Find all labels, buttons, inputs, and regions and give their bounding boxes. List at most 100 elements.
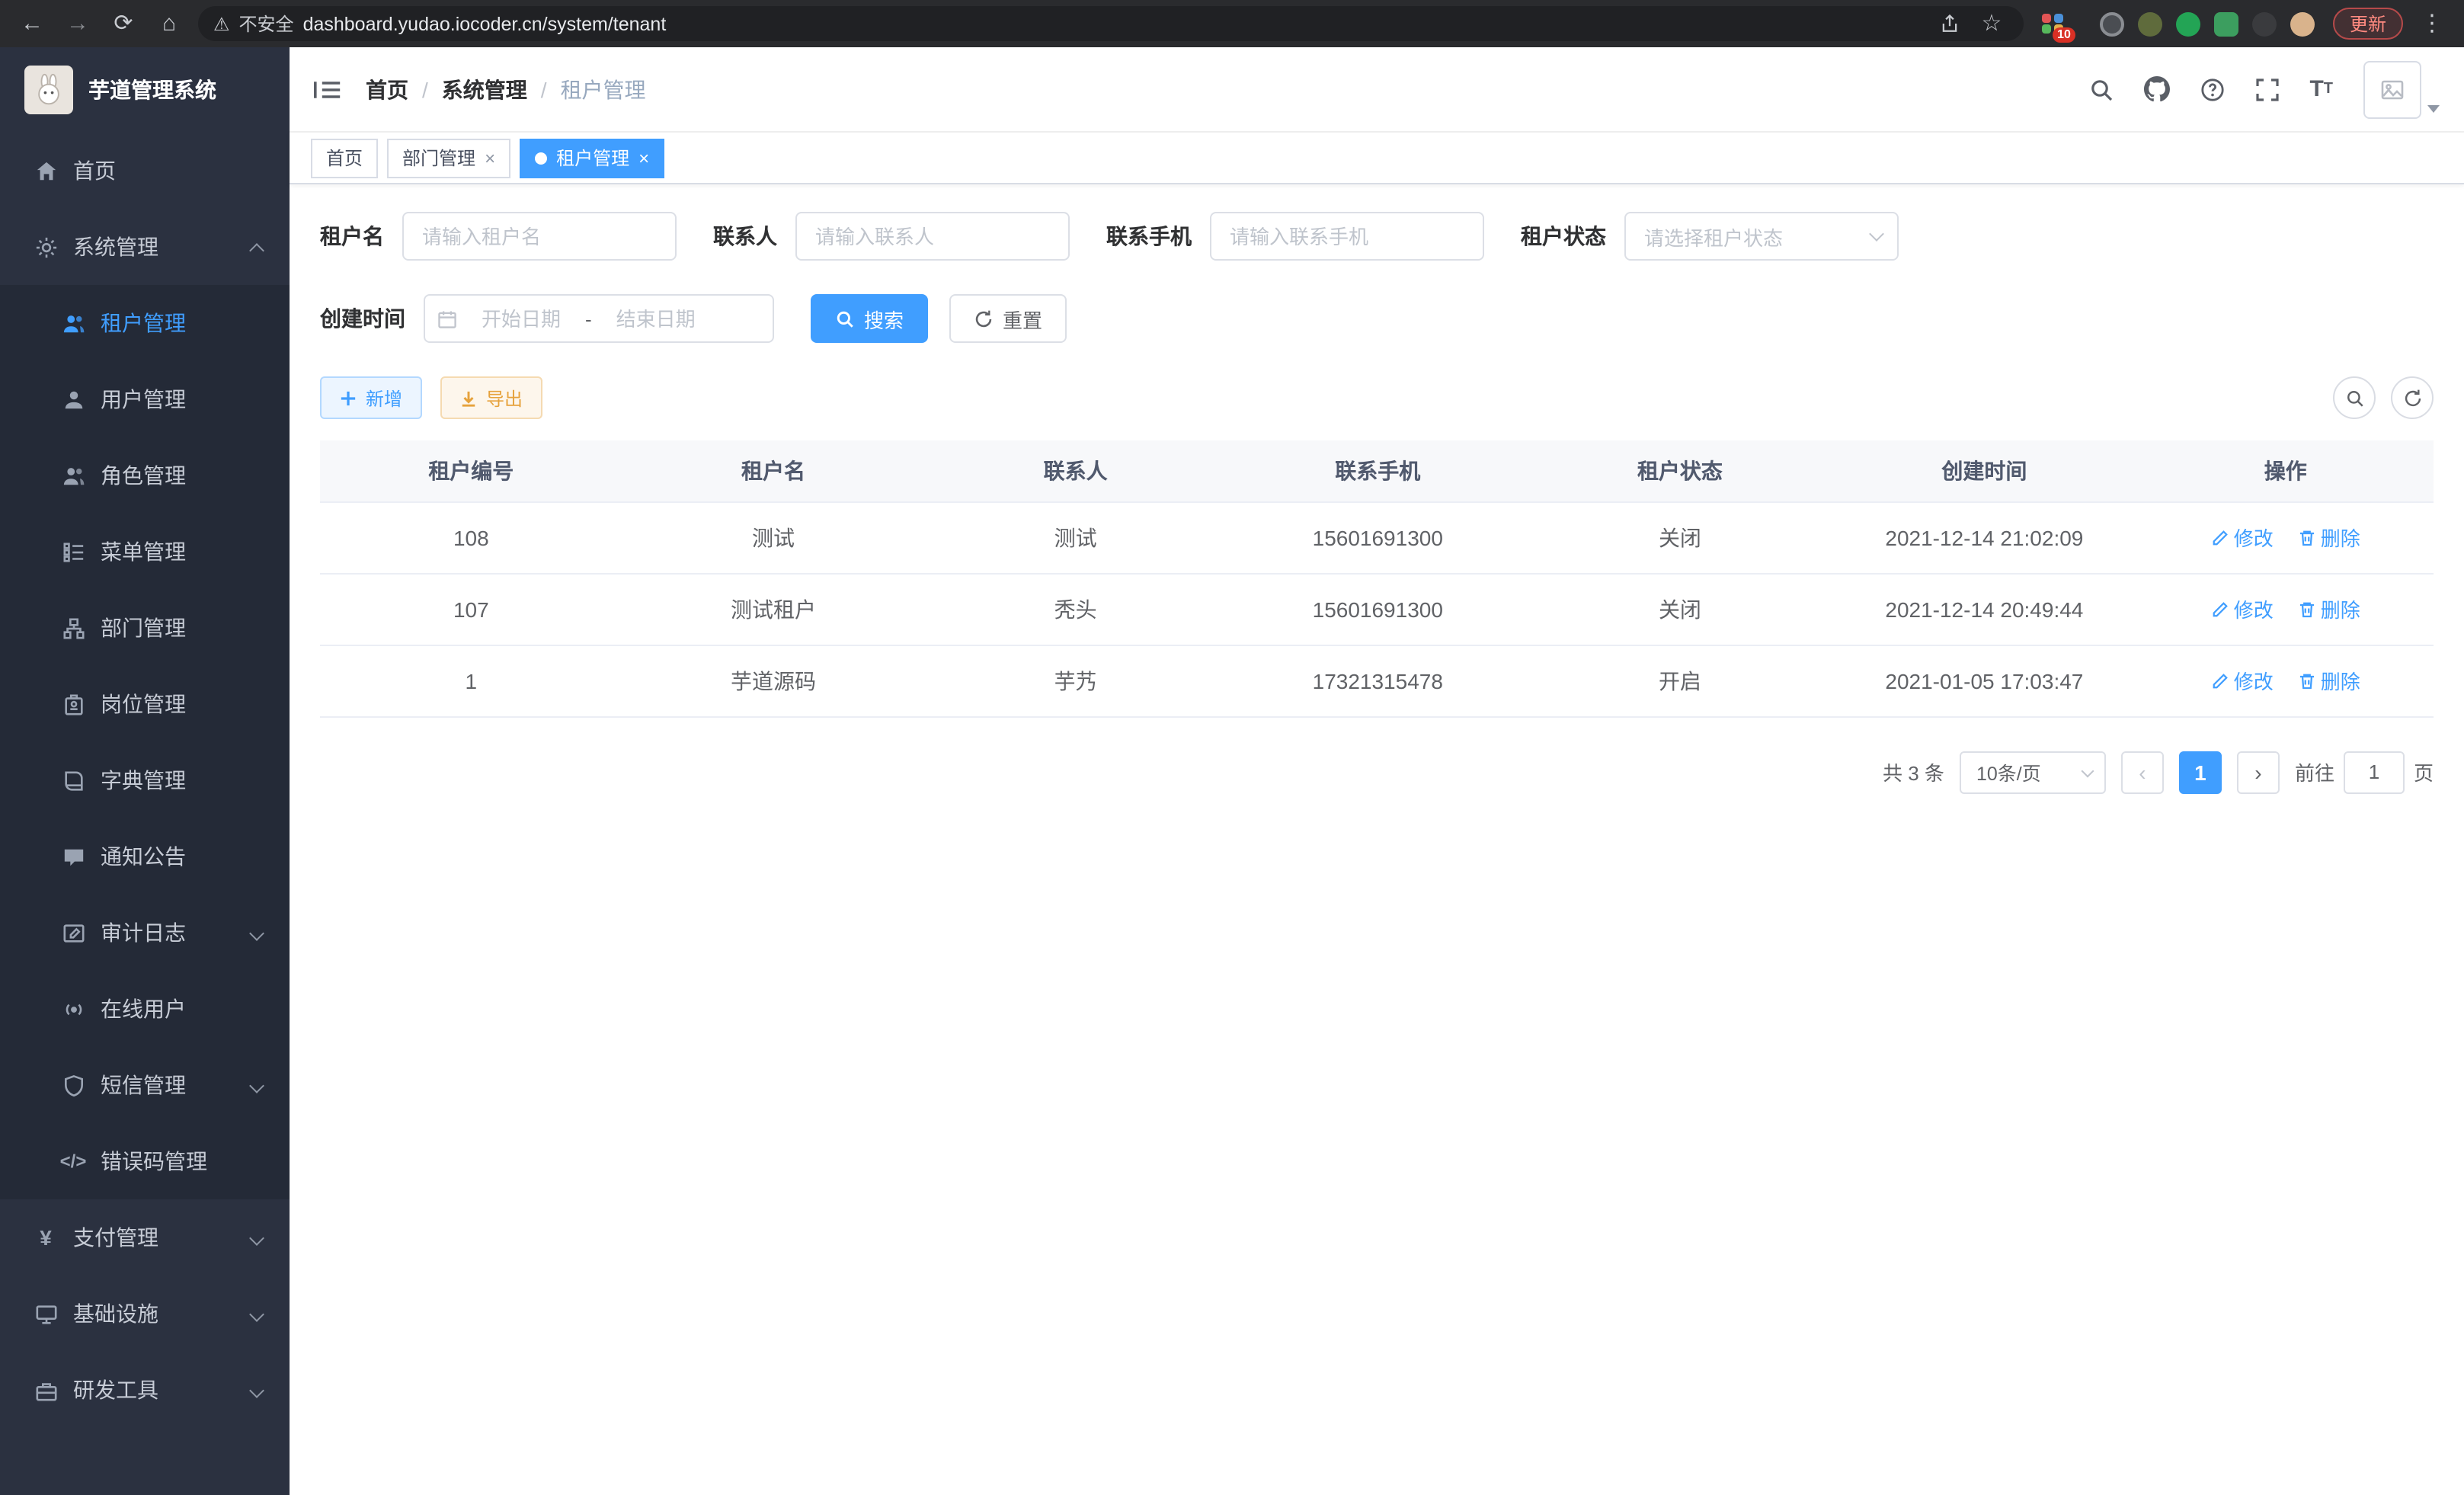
browser-menu-icon[interactable]: ⋮ [2415, 12, 2449, 35]
extension-diamond-icon[interactable] [2080, 10, 2086, 37]
home-icon[interactable]: ⌂ [152, 12, 186, 35]
menu-label: 租户管理 [101, 308, 186, 338]
delete-link[interactable]: 删除 [2298, 666, 2360, 695]
next-page-button[interactable]: › [2237, 751, 2280, 793]
help-icon[interactable] [2200, 77, 2224, 101]
app-logo[interactable]: 芋道管理系统 [0, 47, 290, 133]
sidebar-item-tenant[interactable]: 租户管理 [0, 285, 290, 361]
logo-image [24, 66, 73, 114]
menu-label: 通知公告 [101, 841, 186, 872]
breadcrumb-system[interactable]: 系统管理 [442, 74, 527, 104]
edit-link[interactable]: 修改 [2211, 594, 2274, 623]
extension-ring-icon[interactable] [2100, 11, 2124, 36]
sidebar-item-notice[interactable]: 通知公告 [0, 818, 290, 895]
extension-puzzle-icon[interactable] [2252, 11, 2277, 36]
refresh-button[interactable] [2391, 376, 2434, 419]
sidebar-item-role[interactable]: 角色管理 [0, 437, 290, 514]
url-text[interactable]: dashboard.yudao.iocoder.cn/system/tenant [303, 13, 1931, 34]
security-label[interactable]: 不安全 [239, 11, 294, 37]
tenant-users-icon [61, 311, 85, 335]
user-menu[interactable] [2363, 60, 2440, 118]
sidebar-item-auditlog[interactable]: 审计日志 [0, 895, 290, 971]
address-bar[interactable]: ⚠ 不安全 dashboard.yudao.iocoder.cn/system/… [198, 6, 2024, 41]
sidebar-item-errorcode[interactable]: </> 错误码管理 [0, 1123, 290, 1199]
contact-input[interactable] [795, 212, 1070, 261]
reset-button[interactable]: 重置 [949, 294, 1067, 343]
bookmark-star-icon[interactable]: ☆ [1975, 12, 2008, 35]
browser-toolbar: ← → ⟳ ⌂ ⚠ 不安全 dashboard.yudao.iocoder.cn… [0, 0, 2464, 47]
tab-label: 租户管理 [556, 145, 629, 171]
cell-status: 关闭 [1529, 573, 1832, 645]
sidebar-group-devtools[interactable]: 研发工具 [0, 1352, 290, 1428]
close-icon[interactable]: × [638, 147, 649, 168]
end-date-input[interactable] [601, 307, 711, 330]
page-unit-label: 页 [2414, 757, 2434, 786]
menu-label: 菜单管理 [101, 536, 186, 567]
search-button[interactable]: 搜索 [811, 294, 928, 343]
gear-icon [34, 235, 58, 259]
profile-avatar-icon[interactable] [2290, 11, 2315, 36]
tags-view: 首页 部门管理 × 租户管理 × [290, 133, 2464, 184]
shield-icon [61, 1073, 85, 1097]
github-icon[interactable] [2143, 76, 2169, 102]
phone-input[interactable] [1210, 212, 1484, 261]
warning-icon: ⚠ [213, 13, 230, 34]
collapse-menu-icon[interactable] [314, 77, 341, 101]
forward-icon[interactable]: → [61, 12, 94, 35]
edit-link[interactable]: 修改 [2211, 666, 2274, 695]
delete-link[interactable]: 删除 [2298, 594, 2360, 623]
sidebar-item-dept[interactable]: 部门管理 [0, 590, 290, 666]
table-row: 107 测试租户 秃头 15601691300 关闭 2021-12-14 20… [320, 573, 2434, 645]
table-header-row: 租户编号 租户名 联系人 联系手机 租户状态 创建时间 操作 [320, 440, 2434, 501]
sidebar-item-online[interactable]: 在线用户 [0, 971, 290, 1047]
extension-grid-icon[interactable]: 10 [2042, 11, 2066, 36]
page-number-button[interactable]: 1 [2179, 751, 2222, 793]
sidebar: 芋道管理系统 首页 系统管理 租户管理 用户管理 [0, 47, 290, 1495]
tab-dept[interactable]: 部门管理 × [387, 138, 510, 178]
sidebar-item-menu[interactable]: 菜单管理 [0, 514, 290, 590]
close-icon[interactable]: × [485, 147, 495, 168]
chevron-down-icon [2427, 104, 2440, 112]
tab-label: 首页 [326, 145, 363, 171]
extension-olive-icon[interactable] [2138, 11, 2162, 36]
text-size-icon[interactable]: TT [2309, 76, 2333, 102]
cell-actions: 修改删除 [2138, 645, 2434, 716]
tenant-name-input[interactable] [402, 212, 677, 261]
goto-page-input[interactable] [2344, 751, 2405, 793]
prev-page-button[interactable]: ‹ [2121, 751, 2164, 793]
update-button[interactable]: 更新 [2333, 8, 2403, 40]
reload-icon[interactable]: ⟳ [107, 12, 140, 35]
share-icon[interactable] [1940, 14, 1960, 34]
sidebar-group-infra[interactable]: 基础设施 [0, 1276, 290, 1352]
sidebar-item-post[interactable]: 岗位管理 [0, 666, 290, 742]
tab-tenant[interactable]: 租户管理 × [520, 138, 664, 178]
extension-green-icon[interactable] [2176, 11, 2200, 36]
date-range-picker[interactable]: - [424, 294, 774, 343]
back-icon[interactable]: ← [15, 12, 49, 35]
page-size-select[interactable]: 10条/页 [1960, 751, 2106, 793]
status-select[interactable]: 请选择租户状态 [1624, 212, 1899, 261]
tab-home[interactable]: 首页 [311, 138, 378, 178]
hide-search-button[interactable] [2333, 376, 2376, 419]
menu-label: 首页 [73, 155, 116, 186]
sidebar-group-system[interactable]: 系统管理 [0, 209, 290, 285]
app-title: 芋道管理系统 [88, 75, 216, 105]
breadcrumb-home[interactable]: 首页 [366, 74, 408, 104]
user-icon [61, 387, 85, 411]
edit-link[interactable]: 修改 [2211, 523, 2274, 552]
range-separator: - [585, 307, 592, 330]
sidebar-group-payment[interactable]: ¥ 支付管理 [0, 1199, 290, 1276]
sidebar-item-user[interactable]: 用户管理 [0, 361, 290, 437]
delete-link[interactable]: 删除 [2298, 523, 2360, 552]
fullscreen-icon[interactable] [2254, 77, 2279, 101]
chevron-down-icon [249, 1230, 264, 1245]
add-button[interactable]: 新增 [320, 376, 422, 419]
edit-log-icon [61, 920, 85, 945]
start-date-input[interactable] [466, 307, 576, 330]
extension-chat-icon[interactable] [2214, 11, 2238, 36]
sidebar-item-sms[interactable]: 短信管理 [0, 1047, 290, 1123]
sidebar-item-dict[interactable]: 字典管理 [0, 742, 290, 818]
sidebar-item-home[interactable]: 首页 [0, 133, 290, 209]
export-button[interactable]: 导出 [440, 376, 542, 419]
header-search-icon[interactable] [2088, 77, 2113, 101]
